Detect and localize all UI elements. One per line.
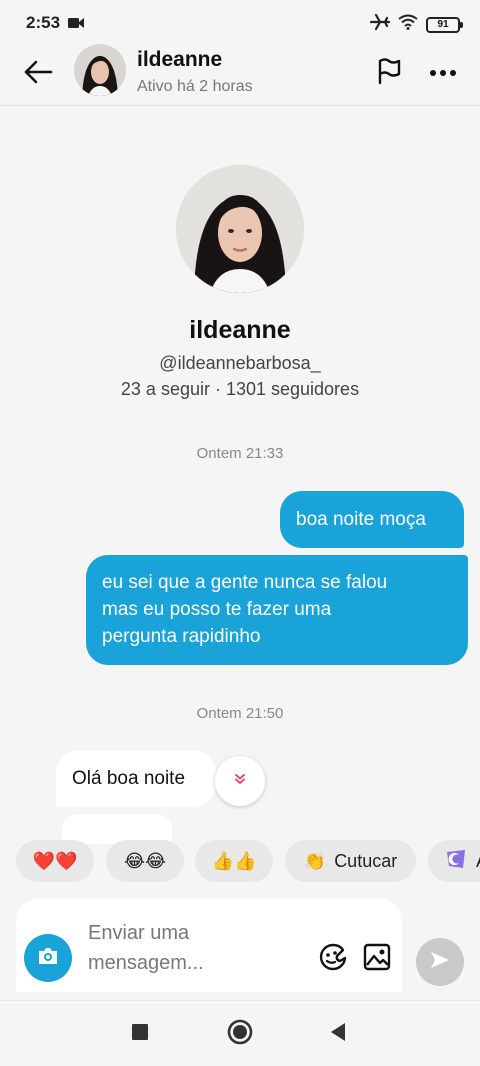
wifi-icon	[398, 14, 418, 35]
circle-icon	[227, 1019, 253, 1050]
chip-label-partial: A	[476, 851, 480, 872]
header-activity-status: Ativo há 2 horas	[137, 78, 253, 95]
system-nav-bar	[0, 1000, 480, 1066]
gallery-button[interactable]	[360, 942, 394, 976]
airplane-icon	[369, 13, 391, 36]
quick-reply-more[interactable]: A	[428, 840, 480, 882]
profile-handle: @ildeannebarbosa_	[159, 353, 321, 373]
square-icon	[131, 1023, 149, 1046]
message-text-line: mas eu posso te fazer uma	[102, 599, 332, 620]
send-button[interactable]	[416, 938, 464, 986]
poke-emoji: 👏	[303, 850, 327, 871]
profile-stats: 23 a seguir · 1301 seguidores	[120, 379, 360, 399]
thumbs-up-emoji: 👍👍	[211, 850, 257, 871]
quick-replies: ❤️❤️ 😂😂 👍👍 👏 Cutucar A	[0, 840, 480, 884]
recents-button[interactable]	[125, 1019, 155, 1049]
quick-reply-hearts[interactable]: ❤️❤️	[16, 840, 94, 882]
message-composer: Enviar uma mensagem...	[16, 898, 402, 992]
send-arrow-icon	[428, 948, 452, 977]
image-icon	[363, 943, 391, 976]
sticker-face-icon	[318, 942, 348, 977]
report-button[interactable]	[370, 54, 408, 92]
flag-icon	[375, 57, 403, 90]
reaction-button[interactable]	[215, 756, 265, 806]
laughing-emoji: 😂😂	[123, 850, 167, 871]
camera-icon	[37, 947, 59, 970]
status-bar: 2:53 91	[0, 0, 480, 44]
status-icons: 91	[369, 13, 463, 36]
outgoing-message[interactable]: boa noite moça	[280, 491, 464, 548]
hearts-emoji: ❤️❤️	[32, 850, 78, 871]
sticker-button[interactable]	[316, 942, 350, 976]
battery-icon: 91	[426, 16, 463, 33]
message-text-line: pergunta rapidinho	[102, 626, 261, 647]
message-timestamp: Ontem 21:50	[196, 705, 284, 722]
back-nav-button[interactable]	[323, 1019, 353, 1049]
home-button[interactable]	[225, 1019, 255, 1049]
quick-reply-poke[interactable]: 👏 Cutucar	[285, 840, 416, 882]
message-input[interactable]: Enviar uma mensagem...	[88, 918, 248, 978]
moon-sticker-icon	[444, 848, 468, 875]
header-username[interactable]: ildeanne	[137, 48, 222, 72]
more-options-button[interactable]	[422, 54, 464, 92]
double-chevron-down-icon	[234, 772, 246, 790]
incoming-message[interactable]: Olá boa noite	[56, 751, 216, 807]
camera-button[interactable]	[24, 934, 72, 982]
quick-reply-laughs[interactable]: 😂😂	[106, 840, 184, 882]
header-avatar[interactable]	[74, 44, 126, 96]
chat-header: ildeanne Ativo há 2 horas	[0, 44, 480, 106]
placeholder-line: mensagem...	[88, 952, 204, 974]
placeholder-line: Enviar uma	[88, 922, 190, 944]
outgoing-message[interactable]: eu sei que a gente nunca se falou mas eu…	[86, 555, 468, 665]
message-timestamp: Ontem 21:33	[196, 445, 284, 462]
message-text: boa noite moça	[296, 509, 426, 530]
quick-reply-thumbs[interactable]: 👍👍	[195, 840, 273, 882]
more-dots-icon	[429, 64, 457, 82]
video-camera-icon	[68, 16, 84, 34]
back-button[interactable]	[18, 54, 58, 94]
triangle-left-icon	[329, 1022, 347, 1047]
profile-name[interactable]: ildeanne	[0, 316, 480, 345]
message-text: Olá boa noite	[72, 768, 186, 789]
message-text-line: eu sei que a gente nunca se falou	[102, 572, 388, 593]
profile-avatar[interactable]	[176, 165, 304, 293]
poke-label: Cutucar	[334, 850, 398, 871]
arrow-left-icon	[23, 60, 53, 89]
status-time: 2:53	[26, 13, 61, 32]
